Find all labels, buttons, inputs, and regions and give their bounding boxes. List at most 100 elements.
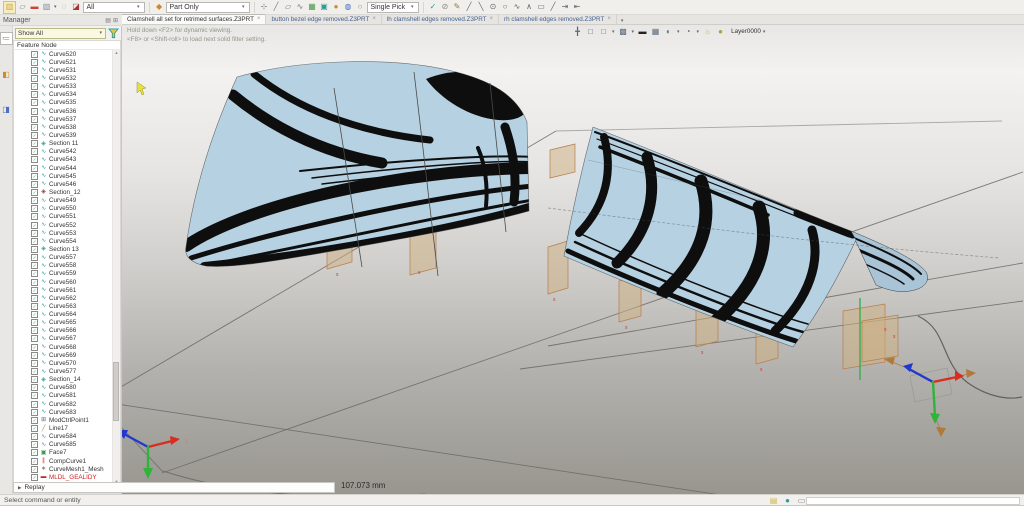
fit-all-icon[interactable]: □ (585, 26, 596, 37)
item-checkbox[interactable]: ✓ (31, 83, 38, 90)
wireframe-display-icon[interactable]: ▦ (650, 26, 661, 37)
item-checkbox[interactable]: ✓ (31, 165, 38, 172)
tree-item[interactable]: ✓∿Curve533 (14, 83, 113, 91)
item-checkbox[interactable]: ✓ (31, 279, 38, 286)
tree-item[interactable]: ✓∿Curve577 (14, 367, 113, 375)
item-checkbox[interactable]: ✓ (31, 173, 38, 180)
item-checkbox[interactable]: ✓ (31, 392, 38, 399)
tree-item[interactable]: ✓∿Curve538 (14, 123, 113, 131)
item-checkbox[interactable]: ✓ (31, 197, 38, 204)
item-checkbox[interactable]: ✓ (31, 270, 38, 277)
graphics-viewport[interactable]: xxx xxx xx (122, 25, 1024, 494)
trim-icon[interactable]: ⇥ (560, 2, 571, 13)
tab-close-icon[interactable]: × (372, 16, 376, 22)
manager-panel-titlebar[interactable]: Manager ▤ ⊞ (0, 15, 121, 26)
confirm-icon[interactable]: ✓ (428, 2, 439, 13)
tree-item[interactable]: ✓∥CompCurve1 (14, 457, 113, 465)
panel-dock-icon[interactable]: ⊞ (113, 17, 118, 24)
item-checkbox[interactable]: ✓ (31, 360, 38, 367)
pick-mode-combo[interactable]: Single Pick▾ (367, 2, 419, 13)
item-checkbox[interactable]: ✓ (31, 222, 38, 229)
line-icon[interactable]: ╱ (464, 2, 475, 13)
point-filter-icon[interactable]: ○ (355, 2, 366, 13)
edge-filter-icon[interactable]: ╱ (271, 2, 282, 13)
item-checkbox[interactable]: ✓ (31, 417, 38, 424)
tree-item[interactable]: ✓∿Curve566 (14, 327, 113, 335)
item-checkbox[interactable]: ✓ (31, 376, 38, 383)
item-checkbox[interactable]: ✓ (31, 51, 38, 58)
item-checkbox[interactable]: ✓ (31, 449, 38, 456)
tree-item[interactable]: ✓∿Curve585 (14, 441, 113, 449)
tree-item[interactable]: ✓▣Face7 (14, 449, 113, 457)
datum-filter-icon[interactable]: ◍ (343, 2, 354, 13)
tree-item[interactable]: ✓◈Section_14 (14, 376, 113, 384)
item-checkbox[interactable]: ✓ (31, 458, 38, 465)
image-view-icon[interactable]: ▧ (41, 2, 52, 13)
render-mode-icon-caret[interactable]: ▾ (677, 29, 680, 35)
tree-item[interactable]: ✓∿Curve536 (14, 107, 113, 115)
tree-item[interactable]: ✓∿Curve561 (14, 286, 113, 294)
open-file-icon[interactable]: ▱ (17, 2, 28, 13)
item-checkbox[interactable]: ✓ (31, 474, 38, 481)
history-manager-tab[interactable]: ≔ (0, 32, 13, 45)
item-checkbox[interactable]: ✓ (31, 205, 38, 212)
tree-item[interactable]: ✓∿Curve546 (14, 180, 113, 188)
tree-item[interactable]: ✓╱Line17 (14, 424, 113, 432)
assembly-manager-tab[interactable]: ◧ (1, 69, 12, 80)
item-checkbox[interactable]: ✓ (31, 67, 38, 74)
tree-item[interactable]: ✓∿Curve570 (14, 359, 113, 367)
tree-item[interactable]: ✓∿Curve559 (14, 270, 113, 278)
item-checkbox[interactable]: ✓ (31, 409, 38, 416)
item-checkbox[interactable]: ✓ (31, 368, 38, 375)
tree-item[interactable]: ✓∿Curve580 (14, 384, 113, 392)
item-checkbox[interactable]: ✓ (31, 148, 38, 155)
tree-item[interactable]: ✓∿Curve521 (14, 58, 113, 66)
item-checkbox[interactable]: ✓ (31, 425, 38, 432)
item-checkbox[interactable]: ✓ (31, 189, 38, 196)
item-checkbox[interactable]: ✓ (31, 335, 38, 342)
tree-item[interactable]: ✓∿Curve545 (14, 172, 113, 180)
tree-item[interactable]: ✓⊞ModCtrlPoint1 (14, 416, 113, 424)
item-checkbox[interactable]: ✓ (31, 303, 38, 310)
document-tab[interactable]: rh clamshell edges removed.Z3PRT× (499, 14, 617, 24)
item-checkbox[interactable]: ✓ (31, 352, 38, 359)
tree-item[interactable]: ✓∿Curve539 (14, 131, 113, 139)
replay-section[interactable]: ▶ Replay (13, 482, 335, 493)
tree-item[interactable]: ✓∿Curve554 (14, 237, 113, 245)
image-view-icon-caret[interactable]: ▾ (54, 4, 57, 10)
item-checkbox[interactable]: ✓ (31, 238, 38, 245)
tree-item[interactable]: ✓◈Section 13 (14, 245, 113, 253)
render-mode-icon[interactable]: ◐ (663, 26, 674, 37)
tree-item[interactable]: ✓∿Curve562 (14, 294, 113, 302)
item-checkbox[interactable]: ✓ (31, 108, 38, 115)
item-checkbox[interactable]: ✓ (31, 246, 38, 253)
item-checkbox[interactable]: ✓ (31, 59, 38, 66)
tree-item[interactable]: ✓∿Curve582 (14, 400, 113, 408)
arc-icon[interactable]: ∧ (524, 2, 535, 13)
rectangle-icon[interactable]: ▭ (536, 2, 547, 13)
item-checkbox[interactable]: ✓ (31, 132, 38, 139)
item-checkbox[interactable]: ✓ (31, 433, 38, 440)
tab-close-icon[interactable]: × (490, 16, 494, 22)
view-manager-tab[interactable]: ◨ (1, 104, 12, 115)
section-view-icon-caret[interactable]: ▾ (697, 29, 700, 35)
tree-item[interactable]: ✓∿Curve549 (14, 197, 113, 205)
tree-item[interactable]: ✓∿Curve565 (14, 319, 113, 327)
deselect-icon[interactable]: ⊘ (440, 2, 451, 13)
tree-item[interactable]: ✓∿Curve558 (14, 262, 113, 270)
zoom-window-icon-caret[interactable]: ▾ (612, 29, 615, 35)
tree-item[interactable]: ✓∿Curve567 (14, 335, 113, 343)
tree-item[interactable]: ✓▬MLDL_GEALIDY (14, 473, 113, 481)
ellipse-icon[interactable]: ○ (500, 2, 511, 13)
tree-item[interactable]: ✓∿Curve581 (14, 392, 113, 400)
extend-icon[interactable]: ⇤ (572, 2, 583, 13)
item-checkbox[interactable]: ✓ (31, 441, 38, 448)
expand-arrow-icon[interactable]: ▶ (18, 485, 21, 491)
scroll-up-icon[interactable]: ▲ (115, 50, 119, 55)
entity-filter-combo[interactable]: All▾ (83, 2, 145, 13)
item-checkbox[interactable]: ✓ (31, 140, 38, 147)
item-checkbox[interactable]: ✓ (31, 401, 38, 408)
item-checkbox[interactable]: ✓ (31, 230, 38, 237)
item-checkbox[interactable]: ✓ (31, 327, 38, 334)
tree-item[interactable]: ✓∿Curve542 (14, 148, 113, 156)
